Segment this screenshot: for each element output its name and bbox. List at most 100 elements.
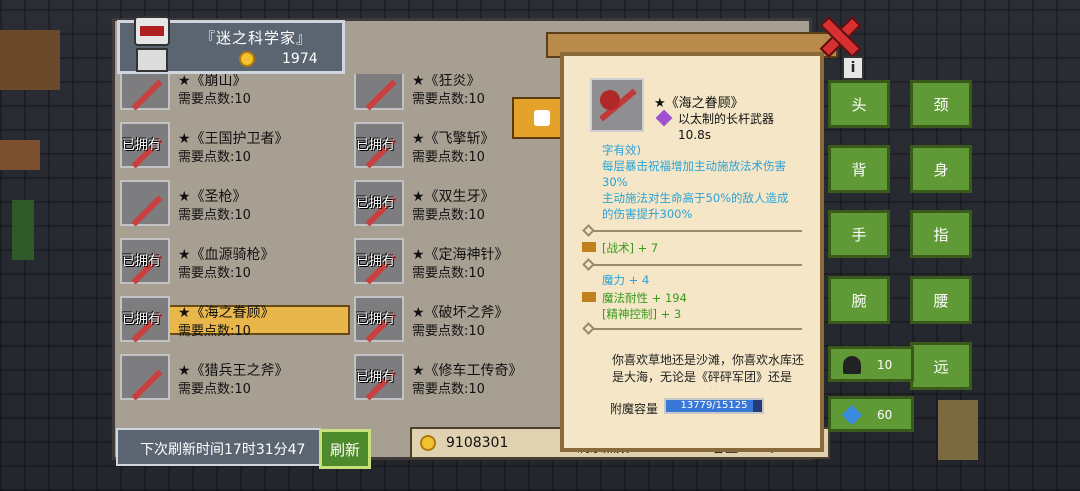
weapon-name: ★《圣枪》 (178, 189, 247, 205)
gem-icon (841, 404, 863, 426)
weapon-name: ★《修车工传奇》 (412, 363, 523, 379)
effect-line: 30% (602, 175, 628, 189)
background-furniture (0, 30, 60, 90)
weapon-icon (131, 195, 163, 227)
effect-line: 的伤害提升300% (602, 207, 693, 221)
divider (592, 230, 802, 232)
effect-line: 主动施法对生命高于50%的敌人造成 (602, 191, 789, 205)
equip-slot-ranged[interactable]: 远 (910, 342, 972, 390)
info-button[interactable]: i (842, 56, 864, 80)
owned-badge: 已拥有 (356, 254, 396, 269)
equip-slot-body[interactable]: 身 (910, 145, 972, 193)
weapon-name: ★《定海神针》 (412, 247, 509, 263)
refresh-timer-text: 下次刷新时间17时31分47 (140, 442, 306, 458)
stat-tactics: [战术] + 7 (602, 241, 659, 255)
coin-icon (239, 51, 255, 67)
weapon-cost: 需要点数:10 (412, 324, 485, 339)
equip-slot-back[interactable]: 背 (828, 145, 890, 193)
hammer-icon (582, 292, 596, 302)
hammer-icon (582, 242, 596, 252)
weapon-type: 以太制的长杆武器 (678, 112, 775, 126)
header-coin-count: 1974 (282, 51, 318, 67)
background-furniture (0, 140, 40, 170)
weapon-icon (365, 79, 397, 111)
weapon-list-item[interactable]: 已拥有 ★《双生牙》 需要点数:10 (354, 176, 578, 227)
weapon-name: ★《猎兵王之斧》 (178, 363, 289, 379)
weapon-list-item[interactable]: 已拥有 ★《海之眷顾》 需要点数:10 (120, 292, 352, 343)
character-count: 10 (877, 358, 893, 372)
lock-icon (534, 110, 550, 126)
stat-resist: 魔法耐性 + 194 (602, 291, 687, 305)
weapon-name: ★《海之眷顾》 (178, 305, 275, 321)
background-plant (12, 200, 34, 260)
weapon-thumb (120, 180, 170, 227)
weapon-icon (131, 369, 163, 401)
weapon-list[interactable]: ★《崩山》 需要点数:10 已拥有 ★《王国护卫者》 需要点数:10 ★《圣枪》 需要点数:… (118, 74, 578, 414)
equip-slot-head[interactable]: 头 (828, 80, 890, 128)
equip-slot-waist[interactable]: 腰 (910, 276, 972, 324)
weapon-name: ★《破坏之斧》 (412, 305, 509, 321)
equip-slot-hand[interactable]: 手 (828, 210, 890, 258)
lock-tab[interactable] (512, 97, 566, 139)
weapon-icon (590, 78, 644, 132)
weapon-list-item[interactable]: ★《圣枪》需要点数:10 (120, 176, 352, 227)
weapon-speed: 10.8s (678, 128, 711, 142)
weapon-cost: 需要点数:10 (412, 266, 485, 281)
weapon-list-item[interactable]: 已拥有 ★《修车工传奇》 需要点数:10 (354, 350, 578, 401)
owned-badge: 已拥有 (122, 312, 162, 327)
weapon-cost: 需要点数:10 (178, 266, 251, 281)
weapon-icon (131, 79, 163, 111)
weapon-list-item[interactable]: 已拥有 ★《王国护卫者》 需要点数:10 (120, 118, 352, 169)
owned-badge: 已拥有 (356, 138, 396, 153)
weapon-list-item[interactable]: ★《猎兵王之斧》 需要点数:10 (120, 350, 352, 401)
divider (592, 328, 802, 330)
weapon-name: ★《双生牙》 (412, 189, 495, 205)
weapon-list-item[interactable]: 已拥有 ★《定海神针》 需要点数:10 (354, 234, 578, 285)
weapon-name: ★《飞擎斩》 (412, 131, 495, 147)
weapon-name: ★《王国护卫者》 (178, 131, 289, 147)
enchant-value: 13779/15125 (680, 400, 748, 411)
weapon-cost: 需要点数:10 (412, 208, 485, 223)
weapon-cost: 需要点数:10 (178, 324, 251, 339)
equip-slot-wrist[interactable]: 腕 (828, 276, 890, 324)
divider (592, 264, 802, 266)
effect-line: 每层暴击祝福增加主动施放法术伤害 (602, 159, 786, 173)
owned-badge: 已拥有 (356, 370, 396, 385)
weapon-cost: 需要点数:10 (178, 92, 251, 107)
enchant-capacity-bar: 13779/15125 (664, 398, 764, 414)
game-scene: 『迷之科学家』 1974 ★《崩山》 需要点数:10 已拥有 ★《王国护卫者》 需要点数… (0, 0, 1080, 491)
total-coins: 9108301 (446, 435, 509, 451)
background-machine (938, 400, 978, 460)
weapon-name: ★《海之眷顾》 (654, 96, 744, 111)
weapon-list-item[interactable]: 已拥有 ★《血源骑枪》 需要点数:10 (120, 234, 352, 285)
weapon-cost: 需要点数:10 (178, 208, 251, 223)
equip-slot-finger[interactable]: 指 (910, 210, 972, 258)
weapon-cost: 需要点数:10 (178, 150, 251, 165)
gem-resource-button[interactable]: 60 (828, 396, 914, 432)
owned-badge: 已拥有 (356, 312, 396, 327)
stat-mind: [精神控制] + 3 (602, 307, 682, 321)
weapon-name: ★《血源骑枪》 (178, 247, 275, 263)
gem-count: 60 (877, 408, 893, 422)
weapon-cost: 需要点数:10 (412, 382, 485, 397)
enchant-label: 附魔容量 (610, 402, 659, 416)
flavor-text: 你喜欢草地还是沙滩，你喜欢水库还是大海，无论是《砰砰军团》还是《保卫战》都可以的… (612, 353, 805, 388)
weapon-thumb (354, 74, 404, 111)
weapon-list-item[interactable]: ★《崩山》 需要点数:10 (120, 74, 352, 111)
weapon-thumb (120, 74, 170, 111)
owned-badge: 已拥有 (356, 196, 396, 211)
character-avatar (126, 12, 178, 74)
refresh-button[interactable]: 刷新 (319, 429, 371, 469)
character-resource-button[interactable]: 10 (828, 346, 914, 382)
weapon-detail-panel: ★《海之眷顾》 以太制的长杆武器 10.8s 字有效) 每层暴击祝福增加主动施放… (560, 52, 824, 452)
equip-slot-neck[interactable]: 颈 (910, 80, 972, 128)
close-button[interactable] (820, 16, 856, 52)
page-title: 『迷之科学家』 (200, 29, 313, 47)
gem-icon (655, 109, 673, 127)
owned-badge: 已拥有 (122, 254, 162, 269)
weapon-cost: 需要点数:10 (412, 92, 485, 107)
weapon-list-item[interactable]: 已拥有 ★《破坏之斧》 需要点数:10 (354, 292, 578, 343)
owned-badge: 已拥有 (122, 138, 162, 153)
stat-magic: 魔力 + 4 (602, 273, 650, 287)
effect-line: 字有效) (602, 143, 641, 157)
